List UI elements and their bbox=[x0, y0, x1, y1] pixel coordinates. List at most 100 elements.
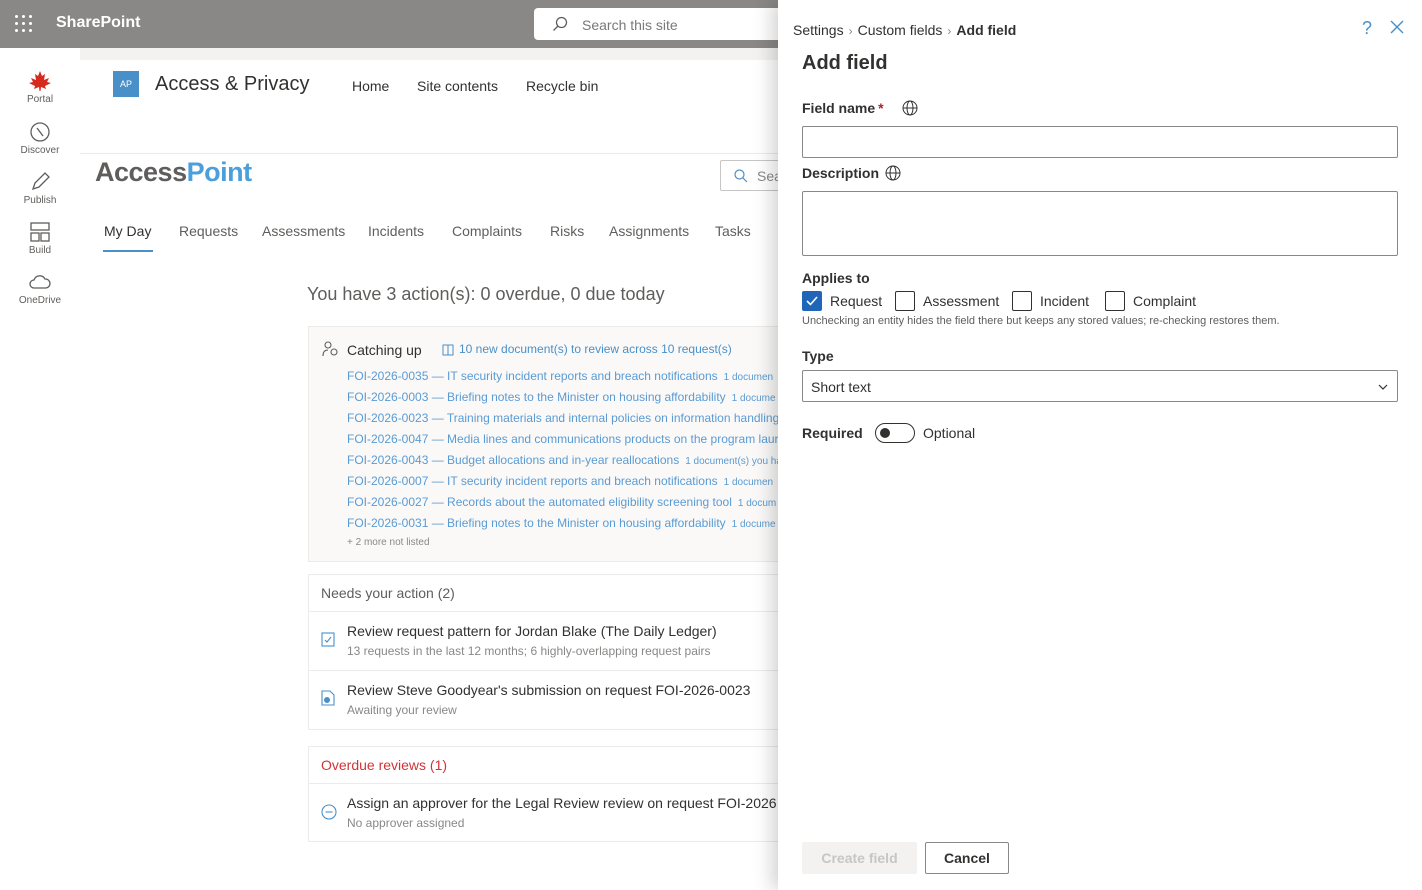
action-item-title[interactable]: Review request pattern for Jordan Blake … bbox=[347, 623, 717, 639]
site-logo[interactable]: AP bbox=[113, 71, 139, 97]
tab-requests[interactable]: Requests bbox=[179, 223, 238, 239]
breadcrumb: Settings › Custom fields › Add field bbox=[793, 22, 1016, 38]
help-icon[interactable]: ? bbox=[1362, 18, 1372, 39]
globe-icon[interactable] bbox=[885, 165, 901, 181]
document-check-icon bbox=[321, 690, 335, 706]
accesspoint-logo: AccessPoint bbox=[95, 157, 252, 187]
globe-icon[interactable] bbox=[902, 100, 918, 116]
catching-up-title: Catching up bbox=[347, 342, 422, 358]
checkbox-assessment-label[interactable]: Assessment bbox=[923, 293, 999, 309]
active-tab-indicator bbox=[103, 250, 153, 252]
tab-my-day[interactable]: My Day bbox=[104, 223, 151, 239]
overdue-item-title[interactable]: Assign an approver for the Legal Review … bbox=[347, 795, 777, 811]
chevron-right-icon: › bbox=[947, 24, 952, 38]
actions-summary: You have 3 action(s): 0 overdue, 0 due t… bbox=[307, 284, 665, 304]
breadcrumb-settings[interactable]: Settings bbox=[793, 22, 844, 38]
search-icon bbox=[734, 169, 748, 183]
overdue-reviews-title: Overdue reviews (1) bbox=[321, 757, 448, 773]
catching-up-row[interactable]: FOI-2026-0023 — Training materials and i… bbox=[347, 411, 785, 425]
checkmark-icon bbox=[806, 296, 818, 306]
catching-up-row[interactable]: FOI-2026-0035 — IT security incident rep… bbox=[347, 369, 773, 383]
checkbox-request-label[interactable]: Request bbox=[830, 293, 882, 309]
catching-up-row[interactable]: FOI-2026-0003 — Briefing notes to the Mi… bbox=[347, 390, 776, 404]
appbar-portal-label: Portal bbox=[26, 94, 54, 105]
appbar-portal[interactable]: Portal bbox=[0, 70, 80, 105]
nav-recycle-bin[interactable]: Recycle bin bbox=[526, 78, 598, 94]
catching-up-row[interactable]: FOI-2026-0043 — Budget allocations and i… bbox=[347, 453, 782, 467]
create-field-button[interactable]: Create field bbox=[802, 842, 917, 874]
app-bar: Portal Discover Publish Build OneDrive bbox=[0, 48, 80, 890]
tab-tasks[interactable]: Tasks bbox=[715, 223, 751, 239]
minus-circle-icon bbox=[321, 804, 337, 820]
sharepoint-brand[interactable]: SharePoint bbox=[56, 14, 140, 32]
people-icon bbox=[322, 341, 338, 357]
appbar-publish[interactable]: Publish bbox=[0, 171, 80, 206]
nav-site-contents[interactable]: Site contents bbox=[417, 78, 498, 94]
catching-up-row[interactable]: FOI-2026-0007 — IT security incident rep… bbox=[347, 474, 773, 488]
tab-complaints[interactable]: Complaints bbox=[452, 223, 522, 239]
book-icon bbox=[442, 344, 454, 356]
appbar-discover-label: Discover bbox=[20, 145, 60, 156]
site-search-placeholder: Search this site bbox=[582, 17, 678, 33]
toggle-knob bbox=[880, 428, 890, 438]
checkbox-request[interactable] bbox=[802, 291, 822, 311]
divider bbox=[309, 783, 840, 784]
tab-assignments[interactable]: Assignments bbox=[609, 223, 689, 239]
site-title[interactable]: Access & Privacy bbox=[155, 73, 309, 96]
field-name-label: Field name * bbox=[802, 100, 884, 116]
type-label: Type bbox=[802, 348, 834, 364]
nav-home[interactable]: Home bbox=[352, 78, 389, 94]
documents-to-review-link[interactable]: 10 new document(s) to review across 10 r… bbox=[459, 342, 732, 356]
applies-to-label: Applies to bbox=[802, 270, 870, 286]
search-icon bbox=[553, 16, 568, 31]
catching-up-row[interactable]: FOI-2026-0027 — Records about the automa… bbox=[347, 495, 776, 509]
panel-title: Add field bbox=[802, 52, 888, 74]
appbar-discover[interactable]: Discover bbox=[0, 121, 80, 156]
tab-assessments[interactable]: Assessments bbox=[262, 223, 345, 239]
app-launcher-icon[interactable] bbox=[14, 14, 34, 34]
close-icon[interactable] bbox=[1390, 20, 1404, 34]
field-name-input[interactable] bbox=[802, 126, 1398, 158]
appbar-publish-label: Publish bbox=[23, 195, 57, 206]
overdue-reviews-card: Overdue reviews (1) Assign an approver f… bbox=[308, 746, 840, 842]
required-toggle[interactable] bbox=[875, 423, 915, 443]
add-field-panel: Settings › Custom fields › Add field ? Add f… bbox=[778, 0, 1422, 890]
description-label: Description bbox=[802, 165, 880, 181]
action-item-subtitle: 13 requests in the last 12 months; 6 hig… bbox=[347, 644, 711, 658]
checkbox-assessment[interactable] bbox=[895, 291, 915, 311]
more-not-listed: + 2 more not listed bbox=[347, 537, 430, 548]
appbar-build[interactable]: Build bbox=[0, 221, 80, 256]
description-textarea[interactable] bbox=[802, 191, 1398, 256]
checkbox-incident[interactable] bbox=[1012, 291, 1032, 311]
checkbox-complaint-label[interactable]: Complaint bbox=[1133, 293, 1196, 309]
chevron-down-icon bbox=[1378, 384, 1388, 390]
tab-risks[interactable]: Risks bbox=[550, 223, 584, 239]
compass-icon bbox=[30, 122, 50, 142]
tab-incidents[interactable]: Incidents bbox=[368, 223, 424, 239]
cloud-icon bbox=[29, 275, 51, 289]
maple-leaf-icon bbox=[29, 71, 51, 91]
overdue-item-subtitle: No approver assigned bbox=[347, 816, 465, 830]
type-selected-value: Short text bbox=[811, 379, 871, 395]
breadcrumb-custom-fields[interactable]: Custom fields bbox=[858, 22, 943, 38]
site-search-box[interactable]: Search this site bbox=[534, 8, 794, 40]
divider bbox=[309, 670, 840, 671]
catching-up-card: Catching up 10 new document(s) to review… bbox=[308, 326, 840, 562]
header-divider bbox=[80, 153, 840, 154]
needs-action-title: Needs your action (2) bbox=[321, 585, 455, 601]
cancel-button[interactable]: Cancel bbox=[925, 842, 1009, 874]
breadcrumb-add-field: Add field bbox=[956, 22, 1017, 38]
main-content: AP Access & Privacy Home Site contents R… bbox=[80, 60, 840, 890]
appbar-build-label: Build bbox=[28, 245, 52, 256]
clipboard-icon bbox=[321, 632, 335, 647]
chevron-right-icon: › bbox=[848, 24, 853, 38]
action-item-title[interactable]: Review Steve Goodyear's submission on re… bbox=[347, 682, 750, 698]
checkbox-incident-label[interactable]: Incident bbox=[1040, 293, 1089, 309]
type-dropdown[interactable]: Short text bbox=[802, 370, 1398, 402]
appbar-onedrive[interactable]: OneDrive bbox=[0, 271, 80, 306]
catching-up-row[interactable]: FOI-2026-0031 — Briefing notes to the Mi… bbox=[347, 516, 776, 530]
checkbox-complaint[interactable] bbox=[1105, 291, 1125, 311]
catching-up-row[interactable]: FOI-2026-0047 — Media lines and communic… bbox=[347, 432, 785, 446]
pen-icon bbox=[31, 172, 50, 191]
layout-icon bbox=[30, 222, 50, 242]
